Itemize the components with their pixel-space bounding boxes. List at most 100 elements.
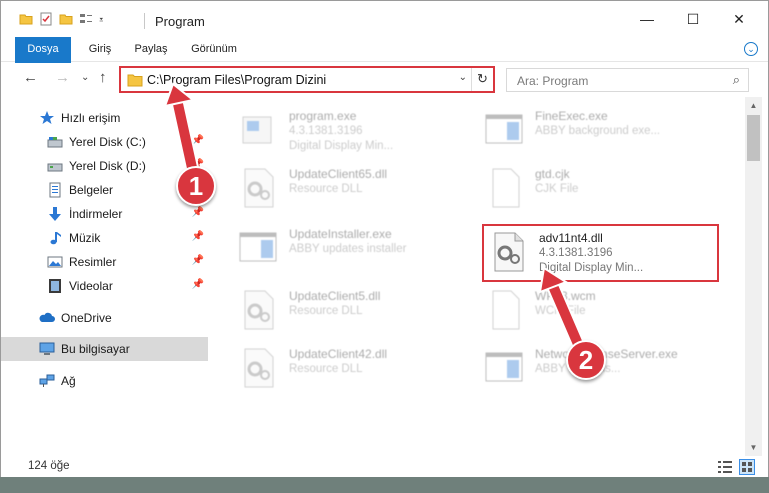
callout-step-2: 2 (566, 340, 606, 380)
music-icon (50, 232, 61, 245)
view-options-icon[interactable] (79, 12, 93, 26)
list-item[interactable]: UpdateClient5.dll Resource DLL (237, 283, 477, 333)
computer-icon (39, 342, 55, 355)
file-description: ABBY updates installer (289, 243, 407, 255)
file-name: UpdateClient42.dll (289, 347, 388, 361)
file-name: UpdateClient65.dll (289, 167, 388, 181)
window-app-icon (485, 352, 523, 382)
file-name: UpdateClient5.dll (289, 289, 381, 303)
explorer-window: Program — ☐ ✕ Dosya Giriş Paylaş Görünüm… (0, 0, 769, 493)
forward-button[interactable]: → (55, 69, 70, 86)
maximize-button[interactable]: ☐ (670, 1, 716, 37)
list-item[interactable]: FineExec.exe ABBY background exe... (483, 103, 723, 153)
address-dropdown-icon[interactable]: ⌄ (459, 72, 467, 83)
search-icon: ⌕ (732, 72, 740, 87)
blank-file-icon (492, 290, 520, 330)
tiles-view-icon[interactable] (739, 459, 755, 475)
tab-share[interactable]: Paylaş (127, 37, 175, 62)
cloud-icon (39, 312, 55, 322)
sidebar-item-network[interactable]: Ağ (1, 369, 208, 393)
up-button[interactable]: ↑ (99, 69, 107, 86)
sidebar-item-label: OneDrive (61, 311, 112, 325)
file-name: NetworkLicenseServer.exe (535, 347, 678, 361)
sidebar-item-label: İndirmeler (69, 207, 123, 221)
tab-view[interactable]: Görünüm (183, 37, 245, 62)
scroll-thumb[interactable] (747, 115, 760, 161)
ribbon-expand-icon[interactable]: ⌄ (744, 42, 758, 56)
sidebar-item-label: Videolar (69, 279, 113, 293)
sidebar-item-local-disk-d[interactable]: Yerel Disk (D:) 📌 (1, 154, 208, 178)
file-description: ABBY background exe... (535, 125, 661, 137)
search-input[interactable]: Ara: Program ⌕ (506, 68, 749, 92)
sidebar-item-label: Belgeler (69, 183, 114, 197)
title-separator (144, 13, 145, 29)
sidebar-item-onedrive[interactable]: OneDrive (1, 306, 208, 330)
customize-toolbar-icon[interactable] (99, 12, 107, 26)
scroll-up-icon[interactable]: ▲ (745, 97, 762, 114)
recent-locations-button[interactable]: ⌄ (81, 72, 89, 83)
network-icon (39, 374, 55, 387)
file-description: Resource DLL (289, 305, 363, 317)
callout-step-1: 1 (176, 166, 216, 206)
sidebar-item-label: Hızlı erişim (61, 111, 121, 125)
sidebar-item-pictures[interactable]: Resimler 📌 (1, 250, 208, 274)
pin-icon: 📌 (191, 231, 204, 242)
sidebar-item-quick-access[interactable]: Hızlı erişim (1, 106, 208, 130)
sidebar-item-videos[interactable]: Videolar 📌 (1, 274, 208, 298)
list-item[interactable]: WP13.wcm WCM File (483, 283, 723, 333)
details-view-icon[interactable] (717, 459, 733, 475)
navigation-bar: ← → ⌄ ↑ C:\Program Files\Program Dizini … (1, 63, 768, 95)
dll-icon (244, 168, 274, 208)
folder-icon (127, 74, 143, 87)
sidebar-item-music[interactable]: Müzik 📌 (1, 226, 208, 250)
new-folder-icon[interactable] (59, 12, 73, 26)
pin-icon: 📌 (191, 255, 204, 266)
file-description: Resource DLL (289, 363, 363, 375)
download-icon (49, 207, 61, 221)
list-item[interactable]: UpdateInstaller.exe ABBY updates install… (237, 221, 477, 271)
title-bar: Program — ☐ ✕ (1, 1, 768, 37)
sidebar-item-local-disk-c[interactable]: Yerel Disk (C:) 📌 (1, 130, 208, 154)
quick-access-toolbar (19, 12, 107, 26)
refresh-button[interactable]: ↻ (471, 68, 493, 91)
document-icon (49, 182, 61, 198)
minimize-button[interactable]: — (624, 1, 670, 37)
list-item[interactable]: program.exe 4.3.1381.3196 Digital Displa… (237, 103, 477, 153)
scroll-down-icon[interactable]: ▼ (745, 439, 762, 456)
blank-file-icon (492, 168, 520, 208)
window-title: Program (155, 14, 205, 29)
window-app-icon (485, 114, 523, 144)
file-name: gtd.cjk (535, 167, 570, 181)
file-description: CJK File (535, 183, 579, 195)
pictures-icon (47, 256, 63, 268)
file-name: program.exe (289, 109, 357, 123)
status-bar: 124 öğe (1, 456, 768, 478)
sidebar-item-label: Resimler (69, 255, 117, 269)
list-item[interactable]: gtd.cjk CJK File (483, 161, 723, 211)
tab-home[interactable]: Giriş (79, 37, 121, 62)
vertical-scrollbar[interactable]: ▲ ▼ (745, 97, 762, 456)
sidebar-item-label: Bu bilgisayar (61, 342, 130, 356)
sidebar-item-label: Müzik (69, 231, 101, 245)
file-name: UpdateInstaller.exe (289, 227, 392, 241)
search-placeholder: Ara: Program (517, 74, 589, 88)
drive-icon (47, 163, 63, 172)
file-version: 4.3.1381.3196 (289, 125, 363, 137)
address-path: C:\Program Files\Program Dizini (147, 73, 327, 87)
list-item[interactable]: UpdateClient42.dll Resource DLL (237, 341, 477, 391)
file-name: WP13.wcm (535, 289, 596, 303)
window-app-icon (239, 232, 277, 262)
app-icon (242, 116, 272, 144)
file-description: Resource DLL (289, 183, 363, 195)
sidebar-item-downloads[interactable]: İndirmeler 📌 (1, 202, 208, 226)
pin-icon: 📌 (191, 207, 204, 218)
list-item[interactable]: UpdateClient65.dll Resource DLL (237, 161, 477, 211)
folder-icon[interactable] (19, 12, 33, 26)
properties-icon[interactable] (39, 12, 53, 26)
sidebar-item-this-pc[interactable]: Bu bilgisayar (1, 337, 208, 361)
file-description: Digital Display Min... (289, 140, 394, 152)
close-button[interactable]: ✕ (716, 1, 762, 37)
address-bar[interactable]: C:\Program Files\Program Dizini ⌄ ↻ (119, 66, 495, 93)
back-button[interactable]: ← (23, 69, 38, 86)
video-icon (49, 279, 61, 293)
